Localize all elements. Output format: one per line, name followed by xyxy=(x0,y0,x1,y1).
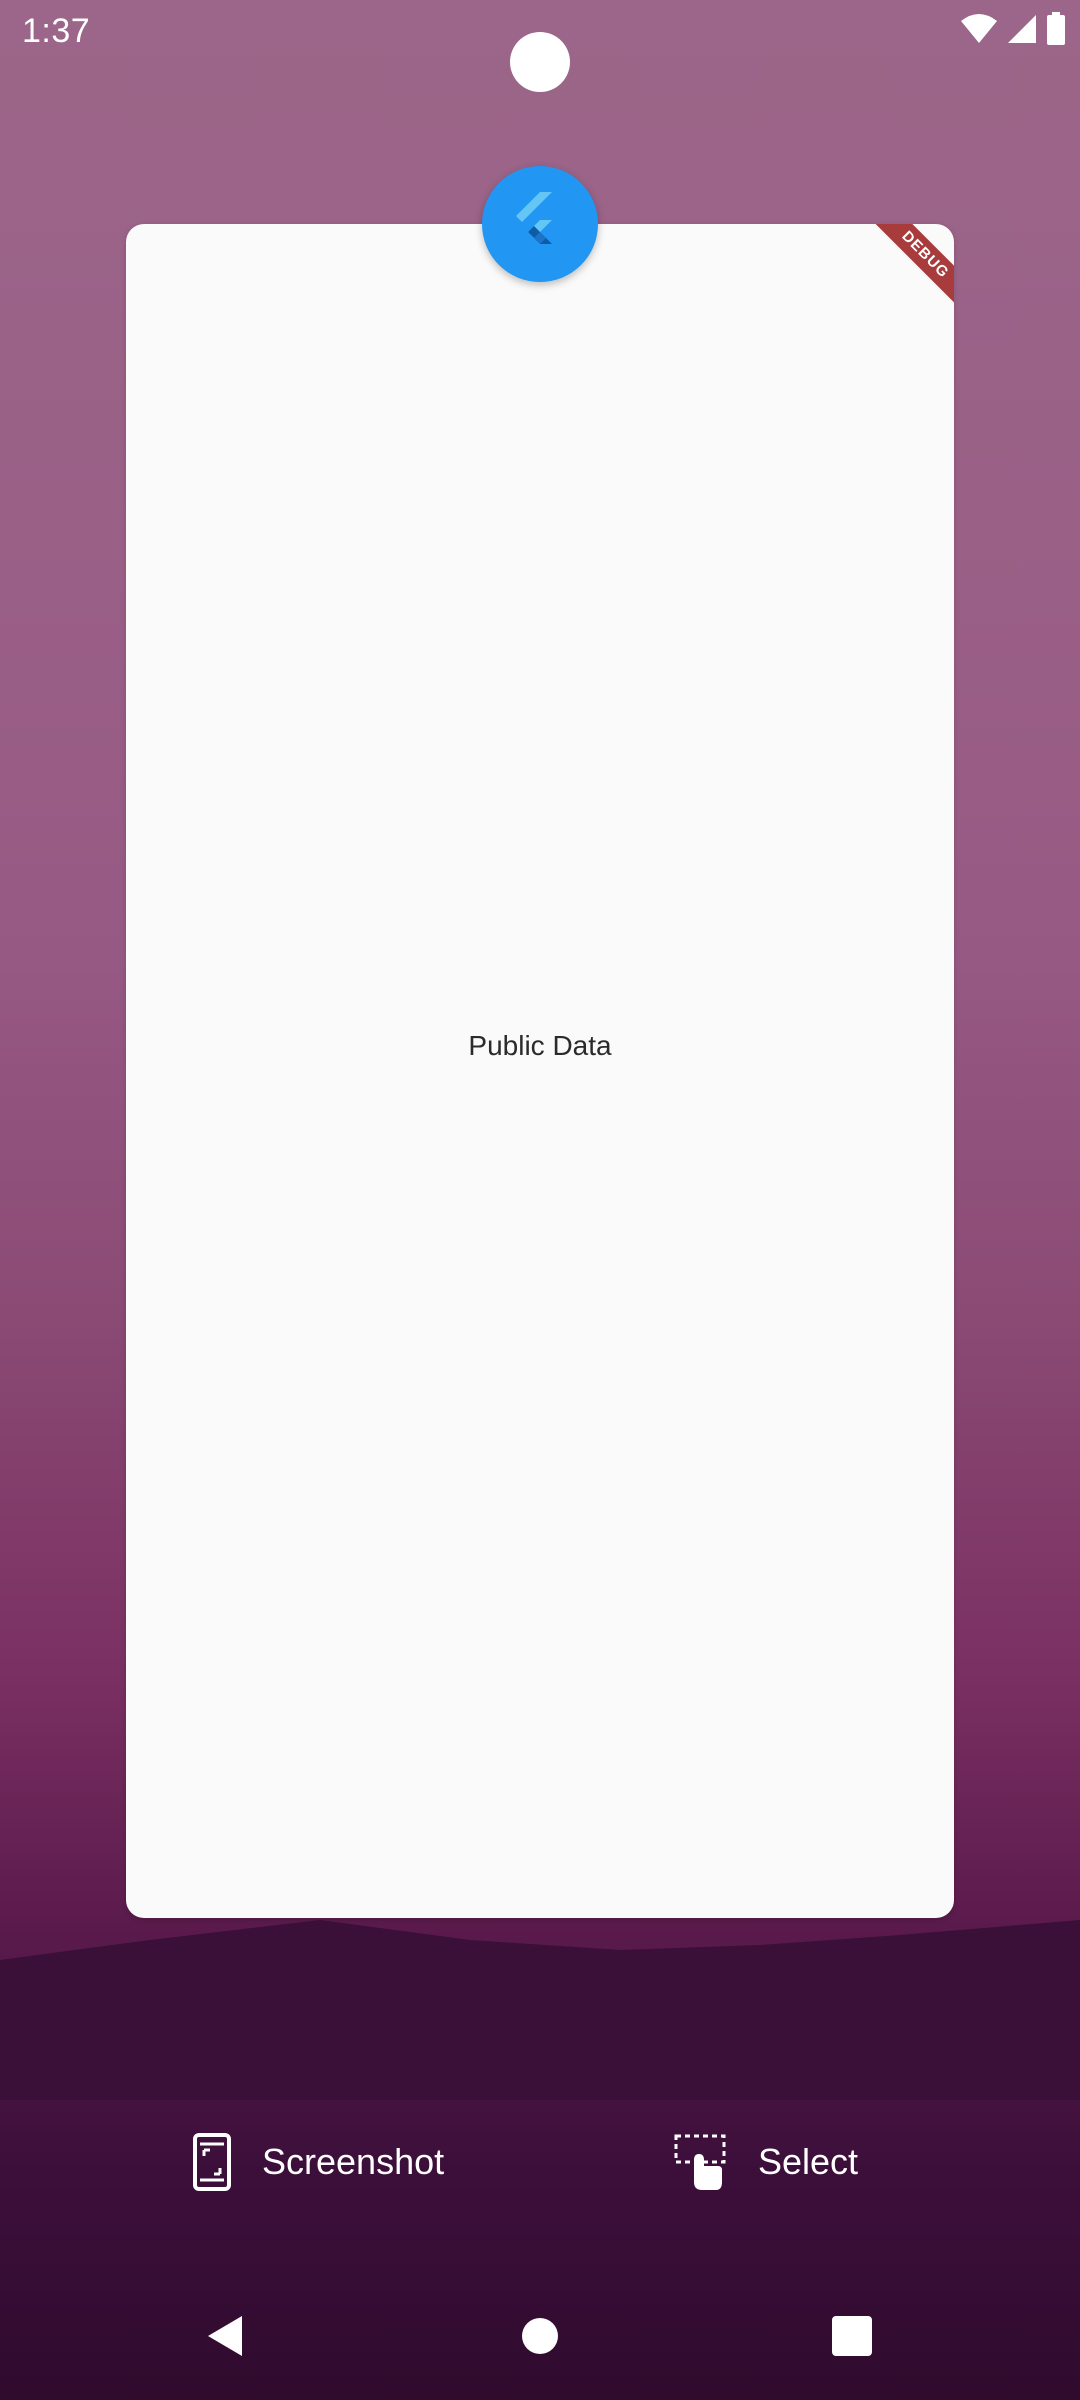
screenshot-label: Screenshot xyxy=(262,2141,445,2182)
navigation-bar xyxy=(0,2286,1080,2386)
recents-actions: Screenshot Select xyxy=(0,2120,1080,2210)
recent-app-card[interactable]: DEBUG Public Data xyxy=(126,224,954,1918)
camera-cutout xyxy=(510,32,570,92)
select-button[interactable]: Select xyxy=(672,2132,858,2192)
debug-banner: DEBUG xyxy=(862,224,954,318)
wallpaper-hills xyxy=(0,1920,1080,2100)
recents-icon[interactable] xyxy=(828,2312,876,2360)
status-time: 1:37 xyxy=(22,12,91,50)
wifi-icon xyxy=(961,14,997,43)
battery-icon xyxy=(1047,12,1065,45)
flutter-logo-icon[interactable] xyxy=(482,166,598,282)
screenshot-button[interactable]: Screenshot xyxy=(192,2132,444,2192)
cellular-signal-icon xyxy=(1008,15,1036,43)
select-icon xyxy=(674,2134,726,2190)
back-icon[interactable] xyxy=(202,2312,250,2360)
home-icon[interactable] xyxy=(516,2312,564,2360)
app-content-text: Public Data xyxy=(468,1030,612,1061)
status-icons xyxy=(960,12,1066,46)
screenshot-icon xyxy=(193,2133,231,2191)
select-label: Select xyxy=(758,2141,859,2182)
